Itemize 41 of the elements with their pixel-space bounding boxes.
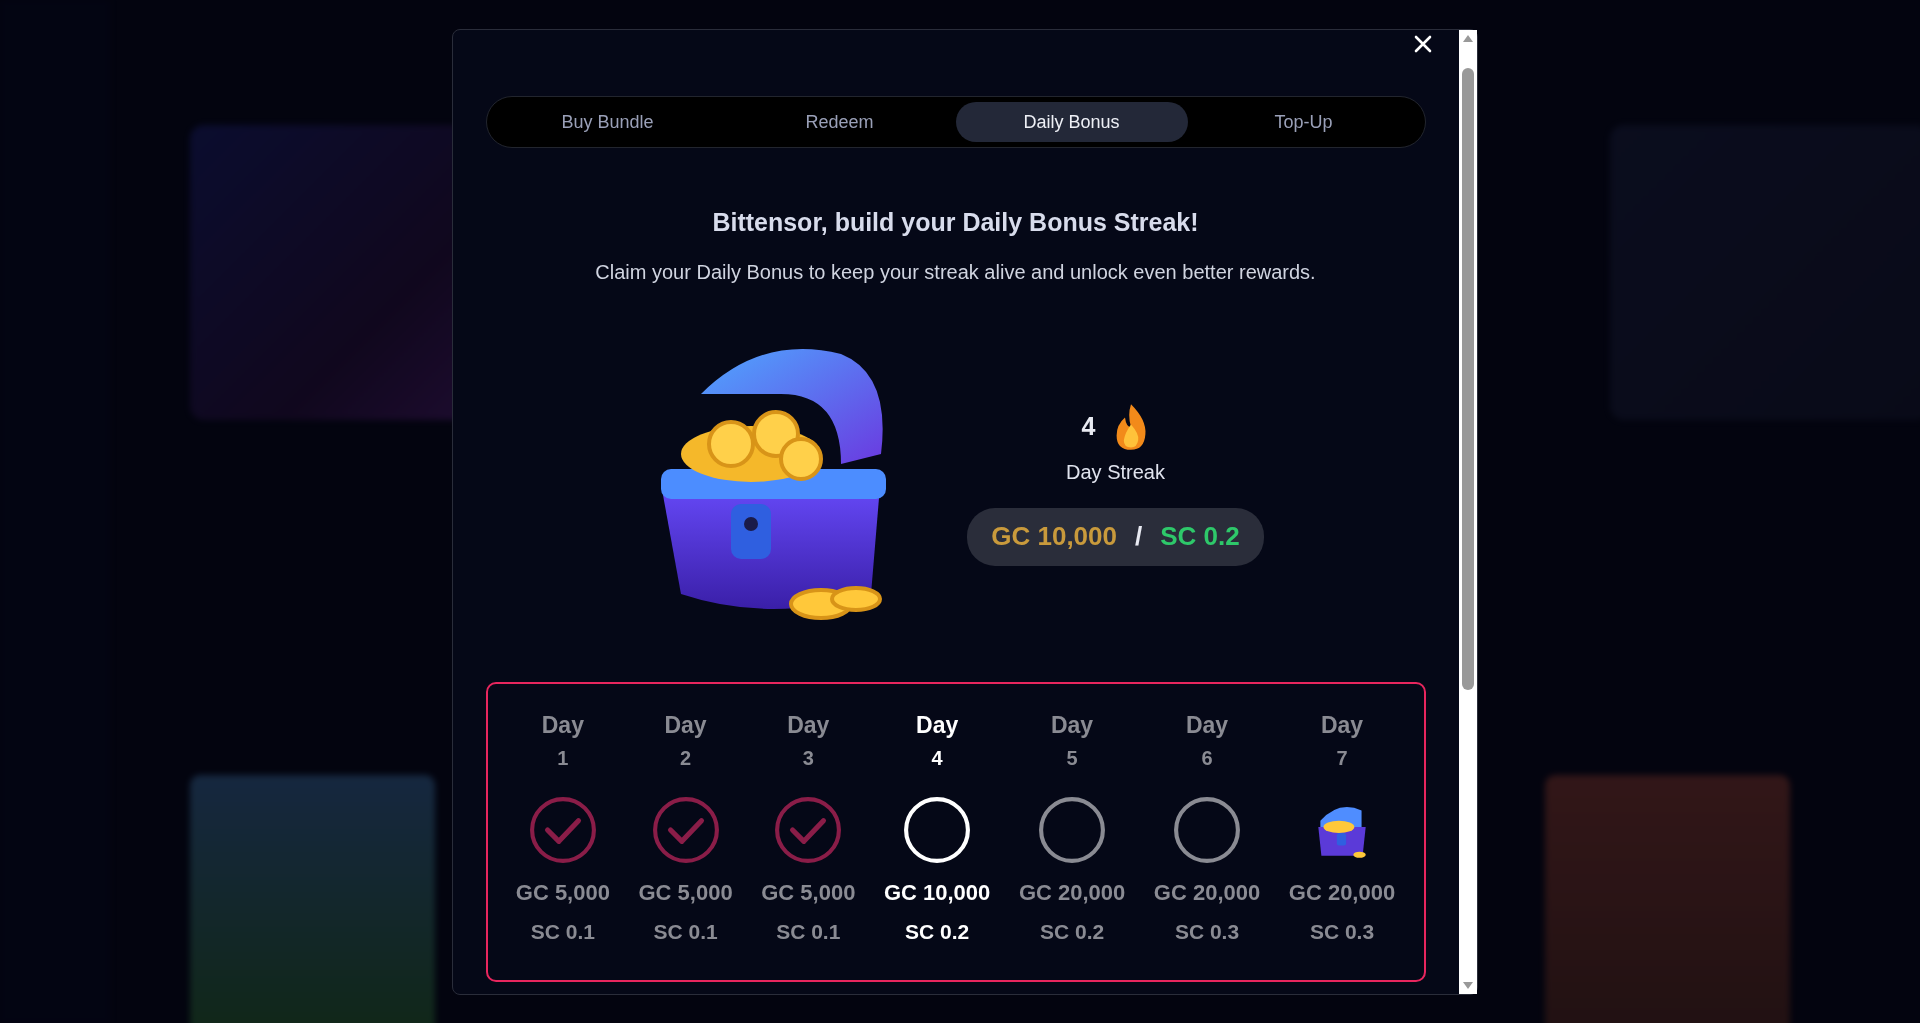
close-icon: [1413, 34, 1433, 54]
day-label: Day: [916, 712, 959, 739]
sc-amount: SC 0.1: [776, 920, 841, 944]
day-number: 3: [802, 747, 814, 770]
sc-amount: SC 0.2: [1160, 521, 1240, 552]
sc-amount: SC 0.3: [1174, 920, 1240, 944]
day-number: 7: [1336, 747, 1348, 770]
subheading: Claim your Daily Bonus to keep your streak alive and unlock even better rewards.: [595, 261, 1316, 284]
scrollbar[interactable]: [1459, 30, 1477, 994]
day-number: 4: [931, 747, 943, 770]
gc-amount: GC 20,000: [1153, 880, 1261, 906]
day-number: 6: [1201, 747, 1213, 770]
tab[interactable]: Top-Up: [1187, 102, 1420, 142]
tab[interactable]: Buy Bundle: [491, 102, 724, 142]
gc-amount: GC 10,000: [883, 880, 991, 906]
tab[interactable]: Daily Bonus: [955, 102, 1188, 142]
day-label: Day: [1050, 712, 1094, 739]
gc-amount: GC 5,000: [761, 880, 856, 906]
day-number: 1: [557, 747, 569, 770]
gc-amount: GC 5,000: [638, 880, 733, 906]
gc-amount: GC 20,000: [1288, 880, 1396, 906]
day-label: Day: [541, 712, 584, 739]
gc-amount: GC 20,000: [1018, 880, 1126, 906]
sc-amount: SC 0.1: [530, 920, 595, 944]
streak-count: 4: [1081, 412, 1096, 441]
streak-label: Day Streak: [1066, 460, 1165, 484]
tab[interactable]: Redeem: [723, 102, 956, 142]
gc-amount: GC 5,000: [515, 880, 610, 906]
sc-amount: SC 0.3: [1309, 920, 1375, 944]
day-label: Day: [787, 712, 830, 739]
day-number: 5: [1066, 747, 1078, 770]
gc-amount: GC 10,000: [991, 521, 1117, 552]
heading: Bittensor, build your Daily Bonus Streak!: [712, 208, 1199, 237]
day-label: Day: [1320, 712, 1364, 739]
day-label: Day: [664, 712, 707, 739]
sc-amount: SC 0.1: [653, 920, 718, 944]
day-number: 2: [680, 747, 692, 770]
sc-amount: SC 0.2: [905, 920, 970, 944]
separator: /: [1135, 521, 1143, 552]
sc-amount: SC 0.2: [1039, 920, 1105, 944]
day-label: Day: [1185, 712, 1229, 739]
